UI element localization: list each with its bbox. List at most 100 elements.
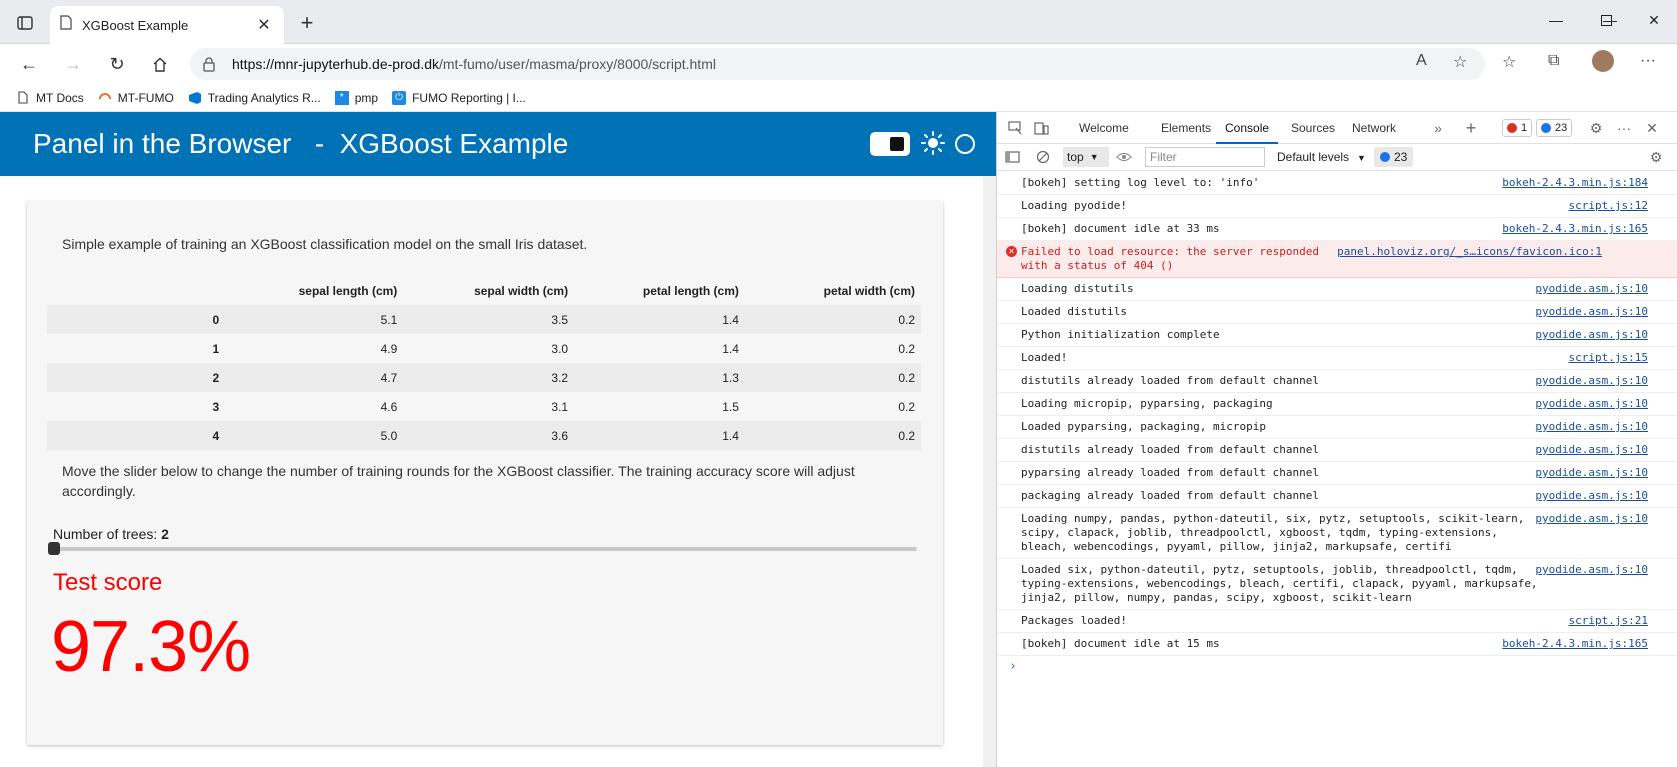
console-source-link[interactable]: pyodide.asm.js:10 bbox=[1535, 328, 1648, 342]
console-source-link[interactable]: pyodide.asm.js:10 bbox=[1535, 282, 1648, 296]
log-levels-dropdown[interactable]: Default levels ▼ bbox=[1277, 150, 1366, 164]
console-row: packaging already loaded from default ch… bbox=[997, 485, 1677, 508]
table-cell: 4.9 bbox=[380, 341, 398, 356]
console-source-link[interactable]: pyodide.asm.js:10 bbox=[1535, 305, 1648, 319]
console-source-link[interactable]: pyodide.asm.js:10 bbox=[1535, 397, 1648, 411]
page-icon bbox=[60, 15, 72, 35]
more-options-icon[interactable]: ··· bbox=[1615, 119, 1633, 137]
message-count-badge[interactable]: 23 bbox=[1536, 119, 1573, 137]
trees-slider-handle[interactable] bbox=[48, 542, 60, 555]
table-cell: 1.4 bbox=[574, 421, 745, 450]
filter-input[interactable]: Filter bbox=[1145, 147, 1265, 167]
tab-actions-icon[interactable] bbox=[12, 12, 38, 34]
device-toggle-icon[interactable] bbox=[1032, 119, 1050, 137]
trees-slider-track[interactable] bbox=[53, 547, 917, 551]
sidebar-toggle-icon[interactable] bbox=[1003, 148, 1021, 166]
bookmark-mt-docs[interactable]: MT Docs bbox=[16, 91, 84, 105]
forward-icon[interactable]: → bbox=[61, 52, 85, 76]
fumo-logo-icon bbox=[98, 91, 112, 105]
profile-avatar[interactable] bbox=[1592, 50, 1614, 72]
tab-console[interactable]: Console bbox=[1216, 112, 1279, 144]
error-count-badge[interactable]: 1 bbox=[1502, 119, 1533, 137]
row-index: 4 bbox=[47, 421, 226, 450]
bookmark-label: FUMO Reporting | I... bbox=[412, 90, 526, 105]
console-source-link[interactable]: bokeh-2.4.3.min.js:165 bbox=[1502, 637, 1648, 651]
favorite-star-icon[interactable]: ☆ bbox=[1453, 52, 1467, 72]
console-error-row: ✕ Failed to load resource: the server res… bbox=[997, 241, 1677, 278]
more-menu-icon[interactable]: ··· bbox=[1640, 52, 1656, 70]
new-tab-icon[interactable]: + bbox=[295, 10, 319, 36]
bookmarks-bar: MT Docs MT-FUMO Trading Analytics R... *… bbox=[0, 84, 1677, 112]
table-cell: 5.1 bbox=[225, 305, 404, 334]
sun-icon[interactable] bbox=[920, 130, 946, 156]
slider-label-text: Number of trees: bbox=[53, 526, 162, 542]
settings-gear-icon[interactable]: ⚙ bbox=[1587, 119, 1605, 137]
console-source-link[interactable]: pyodide.asm.js:10 bbox=[1535, 443, 1648, 457]
tab-elements[interactable]: Elements bbox=[1161, 112, 1211, 144]
live-expression-eye-icon[interactable] bbox=[1115, 148, 1133, 166]
bookmark-trading-analytics[interactable]: Trading Analytics R... bbox=[188, 91, 321, 105]
more-tabs-icon[interactable]: » bbox=[1429, 119, 1447, 137]
console-row: Loaded! script.js:15 bbox=[997, 347, 1677, 370]
inspect-icon[interactable] bbox=[1006, 119, 1024, 137]
clear-console-icon[interactable] bbox=[1034, 148, 1052, 166]
console-prompt[interactable]: › bbox=[997, 656, 1677, 677]
lock-icon bbox=[202, 56, 218, 72]
close-window-icon[interactable]: ✕ bbox=[1644, 10, 1664, 30]
bookmark-mt-fumo[interactable]: MT-FUMO bbox=[98, 91, 174, 105]
theme-toggle[interactable] bbox=[870, 132, 910, 156]
minimize-window-icon[interactable]: — bbox=[1546, 10, 1566, 30]
maximize-window-icon[interactable] bbox=[1596, 10, 1616, 30]
back-icon[interactable]: ← bbox=[17, 52, 41, 76]
console-message: Loading distutils bbox=[1021, 282, 1134, 295]
column-header: sepal length (cm) bbox=[298, 284, 398, 298]
tab-sources[interactable]: Sources bbox=[1291, 112, 1335, 144]
console-source-link[interactable]: panel.holoviz.org/_s…icons/favicon.ico:1 bbox=[1337, 245, 1602, 259]
power-bi-icon: ⏻ bbox=[392, 90, 407, 105]
context-select[interactable]: top ▼ bbox=[1063, 147, 1109, 167]
console-row: [bokeh] document idle at 15 ms bokeh-2.4.… bbox=[997, 633, 1677, 656]
url-host: https://mnr-jupyterhub.de-prod.dk bbox=[232, 56, 439, 72]
console-source-link[interactable]: bokeh-2.4.3.min.js:165 bbox=[1502, 222, 1648, 236]
console-source-link[interactable]: script.js:15 bbox=[1569, 351, 1648, 365]
tab-title: XGBoost Example bbox=[82, 17, 189, 33]
table-cell: 5.0 bbox=[225, 421, 404, 450]
dropdown-arrow-icon: ▼ bbox=[1089, 152, 1099, 162]
issues-badge[interactable]: 23 bbox=[1374, 147, 1414, 167]
console-message: Loaded distutils bbox=[1021, 305, 1127, 318]
refresh-icon[interactable]: ↻ bbox=[105, 52, 129, 76]
console-source-link[interactable]: pyodide.asm.js:10 bbox=[1535, 420, 1648, 434]
console-source-link[interactable]: pyodide.asm.js:10 bbox=[1535, 563, 1648, 577]
console-source-link[interactable]: script.js:21 bbox=[1569, 614, 1648, 628]
home-icon[interactable] bbox=[148, 52, 172, 76]
tab-close-icon[interactable]: ✕ bbox=[254, 15, 274, 35]
tab-welcome[interactable]: Welcome bbox=[1079, 112, 1129, 144]
console-source-link[interactable]: pyodide.asm.js:10 bbox=[1535, 374, 1648, 388]
console-row: pyparsing already loaded from default ch… bbox=[997, 462, 1677, 485]
console-source-link[interactable]: pyodide.asm.js:10 bbox=[1535, 466, 1648, 480]
read-aloud-icon[interactable]: A bbox=[1416, 52, 1427, 70]
console-settings-icon[interactable]: ⚙ bbox=[1647, 148, 1665, 166]
console-source-link[interactable]: bokeh-2.4.3.min.js:184 bbox=[1502, 176, 1648, 190]
page-icon bbox=[16, 91, 30, 105]
close-devtools-icon[interactable]: ✕ bbox=[1643, 119, 1661, 137]
add-tab-icon[interactable]: + bbox=[1462, 118, 1480, 138]
tab-network[interactable]: Network bbox=[1352, 112, 1396, 144]
console-source-link[interactable]: pyodide.asm.js:10 bbox=[1535, 512, 1648, 526]
collections-icon[interactable]: ⧉ bbox=[1548, 52, 1559, 70]
app-scrollbar[interactable] bbox=[983, 176, 996, 767]
table-cell: 3.2 bbox=[403, 363, 575, 392]
console-message: Loading pyodide! bbox=[1021, 199, 1127, 212]
bookmark-fumo-reporting[interactable]: ⏻ FUMO Reporting | I... bbox=[392, 90, 526, 105]
console-row: Loaded six, python-dateutil, pytz, setup… bbox=[997, 559, 1677, 610]
url-field[interactable]: https://mnr-jupyterhub.de-prod.dk/mt-fum… bbox=[190, 48, 1485, 80]
favorites-icon[interactable]: ☆ bbox=[1502, 52, 1516, 72]
console-source-link[interactable]: pyodide.asm.js:10 bbox=[1535, 489, 1648, 503]
browser-tab[interactable]: XGBoost Example ✕ bbox=[50, 6, 284, 44]
console-row: distutils already loaded from default ch… bbox=[997, 439, 1677, 462]
console-row: Loaded distutils pyodide.asm.js:10 bbox=[997, 301, 1677, 324]
bookmark-pmp[interactable]: * pmp bbox=[334, 90, 378, 105]
console-source-link[interactable]: script.js:12 bbox=[1569, 199, 1648, 213]
console-row: Loading distutils pyodide.asm.js:10 bbox=[997, 278, 1677, 301]
busy-indicator-icon bbox=[955, 134, 975, 154]
